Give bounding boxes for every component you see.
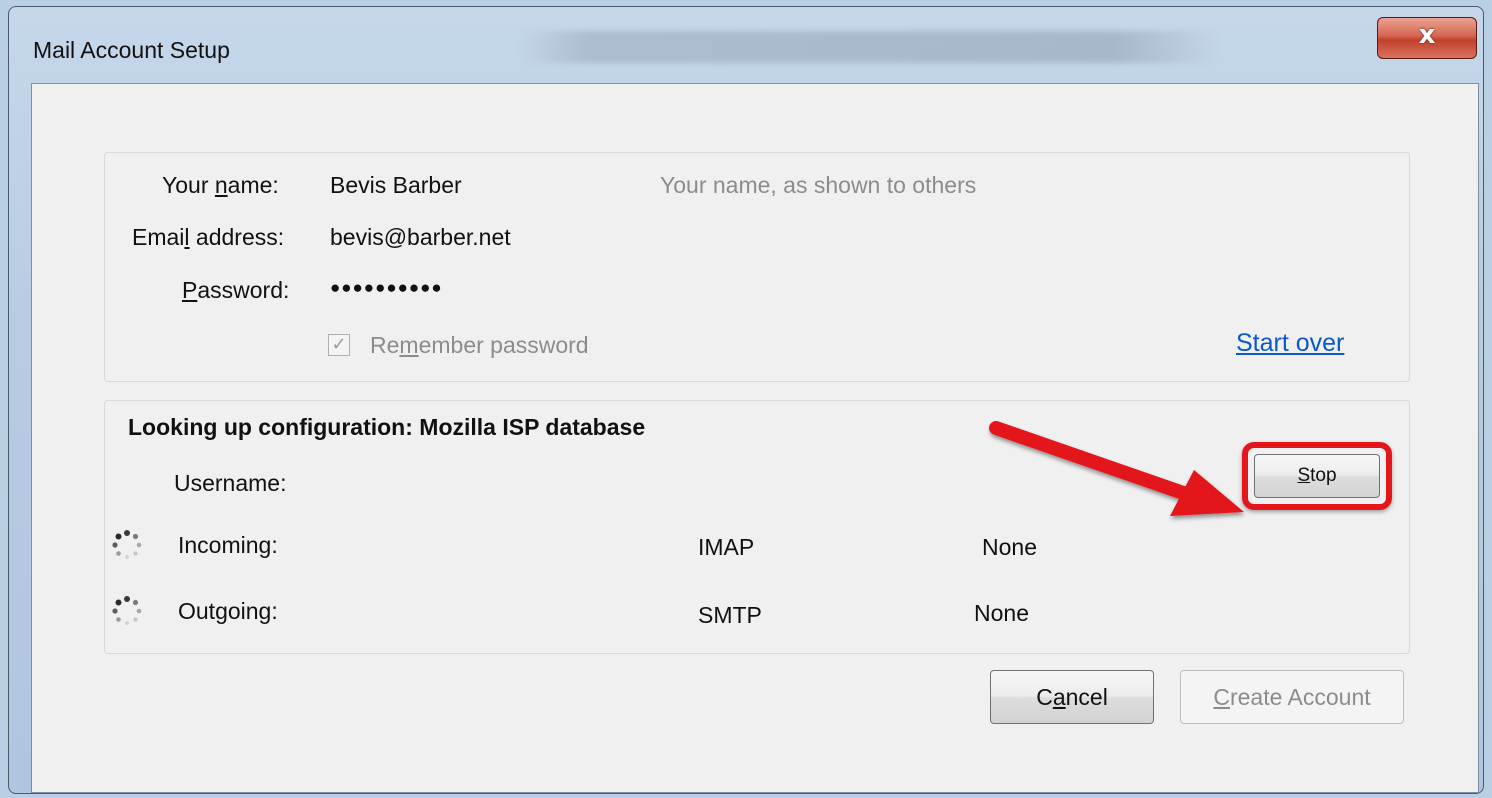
password-input[interactable]: ●●●●●●●●●● [330, 278, 443, 298]
remember-password-checkbox[interactable]: ✓ [328, 334, 350, 356]
close-button[interactable]: x [1377, 17, 1477, 59]
start-over-link[interactable]: Start over [1236, 329, 1344, 358]
stop-button-highlight [1242, 442, 1392, 510]
accelerator-key: m [399, 332, 419, 358]
label-text: assword: [197, 277, 290, 303]
annotation-arrow [989, 421, 1244, 516]
label-text: ame: [227, 172, 279, 198]
blurred-title-path [519, 31, 1219, 63]
outgoing-protocol[interactable]: SMTP [698, 602, 762, 629]
create-account-button[interactable]: Create Account [1180, 670, 1404, 724]
outgoing-security[interactable]: None [974, 600, 1029, 627]
outgoing-label: Outgoing: [178, 598, 278, 624]
loading-spinner-icon [112, 530, 142, 559]
your-name-hint: Your name, as shown to others [660, 172, 977, 198]
incoming-security[interactable]: None [982, 534, 1037, 561]
mail-account-setup-window: Mail Account Setup x Your name: Bevis Ba… [8, 6, 1484, 794]
your-name-label: Your name: [162, 172, 279, 199]
button-label: reate Account [1229, 684, 1371, 710]
label-text: Your [162, 172, 215, 198]
button-label: ncel [1065, 684, 1108, 710]
accelerator-key: a [1052, 684, 1066, 710]
loading-spinner-icon [112, 596, 142, 625]
accelerator-key: n [214, 172, 228, 198]
label-text: ember password [418, 332, 589, 358]
password-label: Password: [182, 277, 289, 304]
label-text: address: [189, 224, 285, 250]
label-text: Re [370, 332, 400, 358]
button-label: C [1036, 684, 1053, 710]
close-icon: x [1418, 20, 1436, 50]
dialog-body: Your name: Bevis Barber Your name, as sh… [31, 83, 1479, 793]
username-label: Username: [174, 470, 287, 496]
email-address-label: Email address: [132, 224, 284, 251]
accelerator-key: P [182, 277, 198, 303]
remember-password-label[interactable]: Remember password [370, 332, 589, 359]
window-title: Mail Account Setup [33, 37, 230, 63]
incoming-label: Incoming: [178, 532, 278, 558]
accelerator-key: C [1213, 684, 1230, 710]
incoming-protocol[interactable]: IMAP [698, 534, 754, 561]
email-address-input[interactable]: bevis@barber.net [330, 224, 511, 251]
label-text: Emai [132, 224, 185, 250]
cancel-button[interactable]: Cancel [990, 670, 1154, 724]
configuration-status: Looking up configuration: Mozilla ISP da… [128, 414, 646, 440]
your-name-input[interactable]: Bevis Barber [330, 172, 462, 199]
